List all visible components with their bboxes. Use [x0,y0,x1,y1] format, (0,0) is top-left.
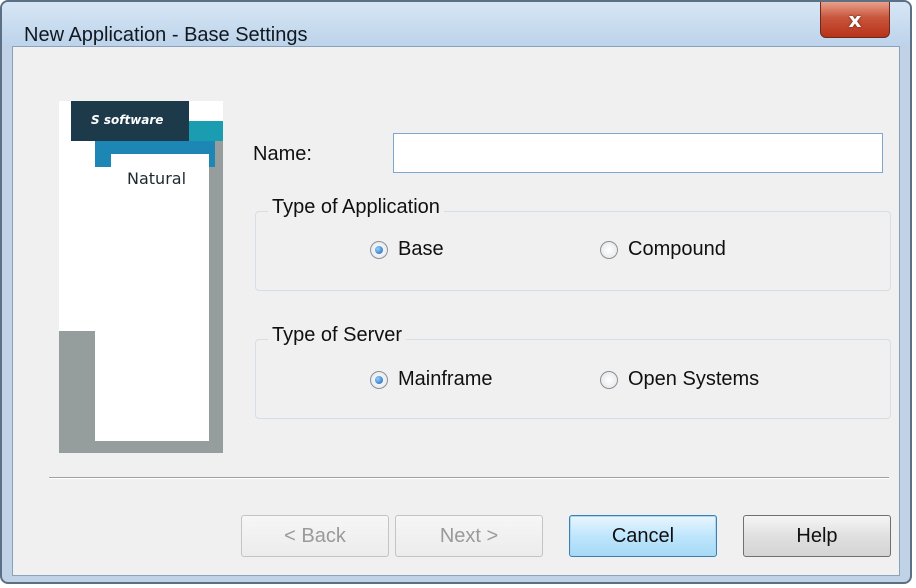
application-type-group: Type of Application Base Compound [255,196,891,291]
title-bar[interactable]: New Application - Base Settings x [2,2,910,46]
product-logo: S software Natural [59,101,223,453]
window-title: New Application - Base Settings [24,24,308,46]
name-label: Name: [253,143,312,165]
next-button[interactable]: Next > [395,515,543,557]
radio-checked-icon [370,370,388,389]
name-input[interactable] [393,133,883,173]
close-icon: x [848,7,862,32]
cancel-button[interactable]: Cancel [569,515,717,557]
close-button[interactable]: x [820,2,890,38]
server-type-group: Type of Server Mainframe Open Systems [255,324,891,419]
brand-logo-text: S software [91,113,164,127]
separator [49,477,889,479]
radio-open-systems[interactable]: Open Systems [600,368,759,391]
back-button[interactable]: < Back [241,515,389,557]
server-type-title: Type of Server [268,324,407,347]
radio-unchecked-icon [600,370,618,389]
radio-compound[interactable]: Compound [600,238,726,261]
radio-mainframe[interactable]: Mainframe [370,368,492,391]
radio-base[interactable]: Base [370,238,444,261]
help-button[interactable]: Help [743,515,891,557]
dialog-body: S software Natural Name: Type of Applica… [12,46,900,576]
application-type-title: Type of Application [268,196,444,219]
product-name: Natural [127,169,187,188]
radio-unchecked-icon [600,240,618,259]
radio-checked-icon [370,240,388,259]
dialog-window: New Application - Base Settings x S soft… [0,0,912,584]
